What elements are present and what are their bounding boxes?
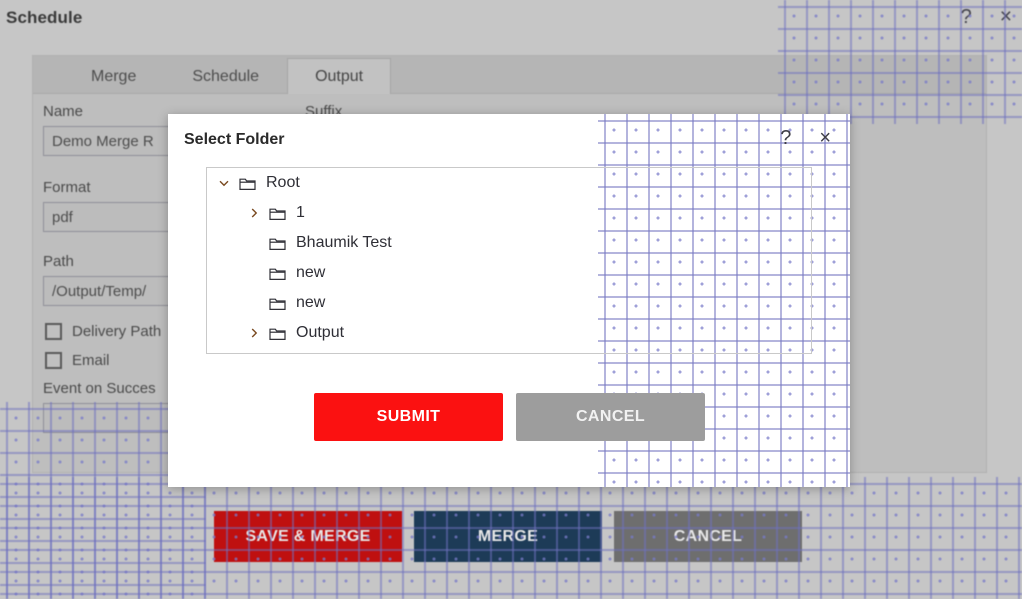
path-label: Path <box>43 253 74 270</box>
window-controls: ? × <box>955 2 1018 31</box>
folder-icon <box>265 296 289 311</box>
tree-item[interactable]: Bhaumik Test <box>207 228 811 258</box>
tree-item-label: Root <box>266 174 300 191</box>
event-on-success-label: Event on Succes <box>43 380 156 397</box>
folder-icon <box>265 206 289 221</box>
save-and-merge-button[interactable]: SAVE & MERGE <box>214 511 402 562</box>
tree-item-label: new <box>296 264 326 281</box>
folder-icon <box>265 326 289 341</box>
email-label: Email <box>72 352 110 369</box>
merge-button[interactable]: MERGE <box>414 511 602 562</box>
chevron-down-icon[interactable] <box>213 177 235 189</box>
tab-output[interactable]: Output <box>287 58 392 94</box>
cancel-button[interactable]: CANCEL <box>614 511 802 562</box>
tree-item[interactable]: Root <box>207 168 811 198</box>
dialog-title: Select Folder <box>184 131 285 148</box>
tree-item[interactable]: new <box>207 258 811 288</box>
folder-tree[interactable]: Root 1 Bhaumik Test new new Output <box>206 167 812 354</box>
help-icon[interactable]: ? <box>955 3 978 31</box>
select-folder-dialog: Select Folder ? × Root 1 Bhaumik Test new ne… <box>168 114 850 487</box>
tab-schedule[interactable]: Schedule <box>164 58 287 94</box>
tree-item-label: Output <box>296 324 345 341</box>
tree-item[interactable]: 1 <box>207 198 811 228</box>
folder-icon <box>265 236 289 251</box>
chevron-right-icon[interactable] <box>243 207 265 219</box>
delivery-path-checkbox[interactable] <box>45 323 62 340</box>
format-label: Format <box>43 179 91 196</box>
delivery-path-label: Delivery Path <box>72 323 162 340</box>
tree-item[interactable]: new <box>207 288 811 318</box>
tree-item-label: 1 <box>296 204 305 221</box>
name-label: Name <box>43 103 84 120</box>
email-checkbox-row[interactable]: Email <box>45 352 110 369</box>
dialog-button-bar: SUBMIT CANCEL <box>314 393 705 441</box>
app-root: Schedule ? × Merge Schedule Output Name … <box>0 0 1022 599</box>
folder-icon <box>235 176 259 191</box>
email-checkbox[interactable] <box>45 352 62 369</box>
dialog-help-icon[interactable]: ? <box>775 125 796 151</box>
close-icon[interactable]: × <box>994 2 1018 31</box>
tab-strip: Merge Schedule Output <box>33 56 986 94</box>
dialog-controls: ? × <box>775 125 836 151</box>
dialog-close-icon[interactable]: × <box>814 125 836 151</box>
bottom-action-bar: SAVE & MERGE MERGE CANCEL <box>214 511 802 562</box>
tree-item[interactable]: Output <box>207 318 811 348</box>
page-title: Schedule <box>6 8 83 27</box>
dialog-cancel-button[interactable]: CANCEL <box>516 393 705 441</box>
tree-item-label: new <box>296 294 326 311</box>
tab-merge[interactable]: Merge <box>63 58 164 94</box>
tree-item-label: Bhaumik Test <box>296 234 392 251</box>
folder-icon <box>265 266 289 281</box>
chevron-right-icon[interactable] <box>243 327 265 339</box>
submit-button[interactable]: SUBMIT <box>314 393 503 441</box>
delivery-path-checkbox-row[interactable]: Delivery Path <box>45 323 161 340</box>
